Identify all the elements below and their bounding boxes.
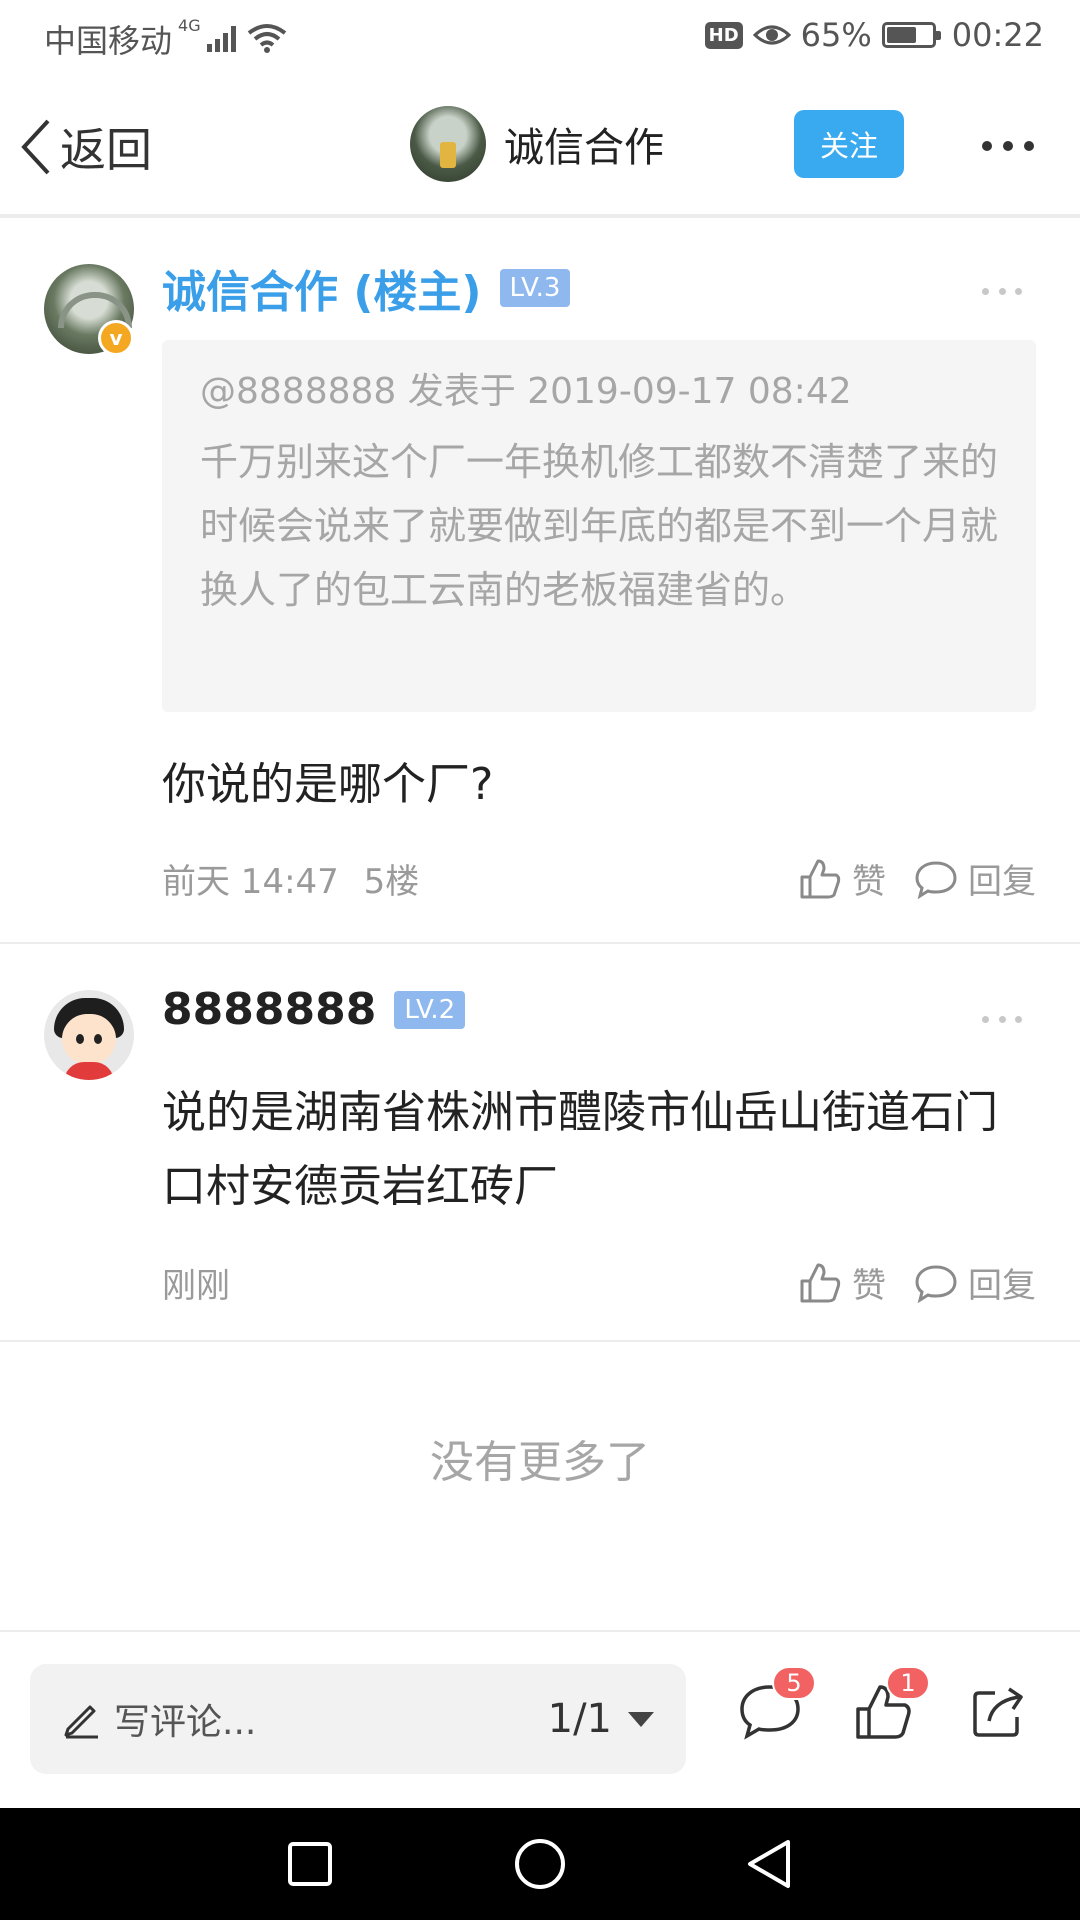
- author-name[interactable]: 诚信合作 (楼主): [162, 256, 482, 320]
- post-footer: 前天 14:47 5楼 赞 回复: [162, 854, 1036, 903]
- post-more-icon[interactable]: [982, 1016, 1022, 1026]
- back-label: 返回: [60, 123, 152, 177]
- like-count-badge: 1: [886, 1666, 930, 1700]
- comment-bubble-icon: [915, 860, 957, 899]
- reply-button[interactable]: 回复: [914, 1258, 1036, 1307]
- home-icon[interactable]: [510, 1834, 570, 1894]
- reply-button[interactable]: 回复: [914, 854, 1036, 903]
- thumb-up-icon: [800, 859, 841, 898]
- like-label: 赞: [852, 1266, 886, 1306]
- post-reply: 8888888 LV.2 说的是湖南省株洲市醴陵市仙岳山街道石门口村安德贡岩红砖…: [0, 944, 1080, 1342]
- author-name[interactable]: 8888888: [162, 984, 376, 1035]
- more-options-icon[interactable]: [982, 126, 1034, 166]
- like-post-button[interactable]: 1: [842, 1666, 930, 1754]
- comment-count-badge: 5: [772, 1666, 816, 1700]
- battery-percent: 65%: [800, 16, 872, 54]
- post-footer: 刚刚 赞 回复: [162, 1258, 1036, 1307]
- post-body: 你说的是哪个厂?: [162, 759, 494, 810]
- share-icon: [973, 1687, 1023, 1737]
- post-meta: 前天 14:47 5楼: [162, 854, 770, 903]
- top-nav-header: 返回 诚信合作 关注: [0, 74, 1080, 218]
- signal-icon: [206, 26, 236, 52]
- eye-icon: [752, 25, 791, 45]
- post-author-row: 8888888 LV.2: [162, 984, 466, 1035]
- comment-bubble-icon: [915, 1264, 957, 1303]
- system-nav-bar: [0, 1808, 1080, 1920]
- clock: 00:22: [951, 16, 1044, 54]
- back-chevron-icon: [21, 119, 50, 175]
- back-button[interactable]: 返回: [20, 114, 152, 180]
- page-title: 诚信合作: [504, 125, 664, 171]
- like-button[interactable]: 赞: [798, 1258, 886, 1307]
- quote-text: 千万别来这个厂一年换机修工都数不清楚了来的时候会说来了就要做到年底的都是不到一个…: [200, 440, 999, 612]
- share-button[interactable]: [956, 1670, 1040, 1754]
- page-indicator[interactable]: 1/1: [548, 1696, 612, 1742]
- like-button[interactable]: 赞: [798, 854, 886, 903]
- level-badge: LV.2: [394, 990, 466, 1029]
- post-author-row: 诚信合作 (楼主) LV.3: [162, 256, 571, 320]
- post-time: 前天 14:47: [162, 862, 339, 902]
- wifi-icon: [247, 24, 286, 53]
- thumb-up-icon: [800, 1263, 841, 1302]
- pencil-icon: [64, 1705, 98, 1739]
- post-body: 说的是湖南省株洲市醴陵市仙岳山街道石门口村安德贡岩红砖厂: [162, 1087, 998, 1212]
- avatar[interactable]: [44, 990, 134, 1080]
- follow-button[interactable]: 关注: [794, 110, 904, 178]
- level-badge: LV.3: [499, 269, 571, 307]
- carrier-label: 中国移动: [44, 22, 173, 60]
- caret-down-icon[interactable]: [628, 1711, 654, 1727]
- verified-badge-icon: v: [98, 320, 134, 356]
- like-label: 赞: [852, 862, 886, 902]
- status-bar: 中国移动 4G HD 65% 00:22: [0, 0, 1080, 74]
- recent-apps-icon[interactable]: [280, 1834, 340, 1894]
- hd-badge: HD: [704, 21, 743, 49]
- status-left: 中国移动 4G: [44, 16, 287, 62]
- network-type: 4G: [178, 16, 201, 35]
- header-avatar[interactable]: [410, 106, 486, 182]
- quote-meta: @8888888 发表于 2019-09-17 08:42: [200, 371, 852, 412]
- battery-icon: [881, 22, 941, 48]
- quoted-post[interactable]: @8888888 发表于 2019-09-17 08:42 千万别来这个厂一年换…: [162, 340, 1036, 712]
- bottom-toolbar: 写评论... 1/1 5 1: [0, 1630, 1080, 1808]
- post-floor-5: v 诚信合作 (楼主) LV.3 @8888888 发表于 2019-09-17…: [0, 218, 1080, 944]
- reply-label: 回复: [968, 862, 1036, 902]
- post-more-icon[interactable]: [982, 288, 1022, 298]
- status-right: HD 65% 00:22: [704, 16, 1044, 54]
- floor-number: 5楼: [363, 862, 420, 902]
- battery-fill: [886, 27, 916, 43]
- comment-input[interactable]: 写评论... 1/1: [30, 1664, 686, 1774]
- comment-placeholder: 写评论...: [114, 1702, 257, 1743]
- back-icon[interactable]: [740, 1834, 800, 1894]
- comments-button[interactable]: 5: [728, 1666, 816, 1754]
- reply-label: 回复: [968, 1266, 1036, 1306]
- post-time: 刚刚: [162, 1266, 230, 1306]
- header-forum-info[interactable]: 诚信合作: [410, 106, 664, 182]
- no-more-label: 没有更多了: [430, 1437, 650, 1488]
